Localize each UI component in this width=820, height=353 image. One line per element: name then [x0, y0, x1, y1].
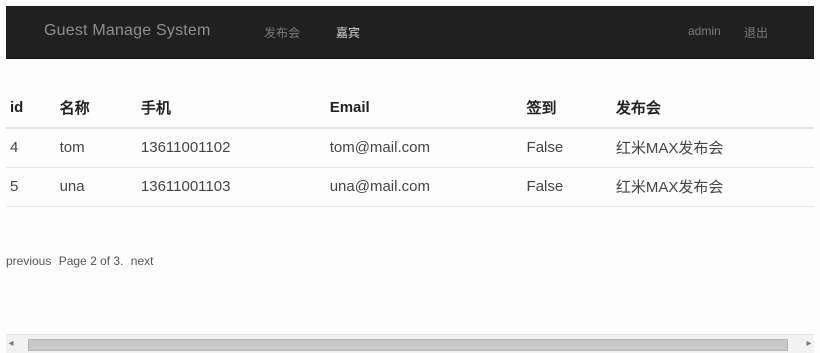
scroll-right-arrow-icon[interactable]: ▸	[804, 338, 814, 350]
scroll-thumb[interactable]	[28, 339, 788, 351]
logout-link[interactable]: 退出	[744, 24, 768, 41]
app-window: Guest Manage System 发布会 嘉宾 admin 退出 id 名…	[0, 0, 820, 353]
row-name: una	[59, 178, 85, 195]
row-event: 红米MAX发布会	[615, 140, 724, 158]
table-row: 4 tom 13611001102 tom@mail.com False 红米M…	[6, 128, 814, 167]
table-row: 5 una 13611001103 una@mail.com False 红米M…	[6, 167, 814, 206]
row-phone: 13611001102	[140, 139, 231, 157]
page-indicator: Page 2 of 3.	[58, 254, 124, 268]
row-phone: 13611001103	[140, 178, 231, 195]
row-id: 4	[10, 139, 19, 157]
scroll-left-arrow-icon[interactable]: ◂	[6, 338, 16, 350]
row-event: 红米MAX发布会	[615, 179, 724, 196]
table-header-id: id	[6, 88, 60, 129]
pagination: previous Page 2 of 3. next	[6, 254, 157, 268]
brand-title[interactable]: Guest Manage System	[44, 22, 211, 40]
next-link[interactable]: next	[131, 254, 154, 268]
row-email: tom@mail.com	[329, 139, 430, 157]
row-email: una@mail.com	[329, 178, 430, 195]
table-header-row: id 名称 手机 Email 签到 发布会	[6, 88, 814, 129]
row-name: tom	[59, 139, 85, 157]
table-header-sign: 签到	[526, 88, 616, 129]
row-sign: False	[526, 139, 564, 157]
table-header-name: 名称	[59, 88, 141, 129]
user-name[interactable]: admin	[688, 24, 721, 38]
top-navbar: Guest Manage System 发布会 嘉宾 admin 退出	[6, 6, 814, 59]
table-header-phone: 手机	[140, 88, 330, 129]
table-header-event: 发布会	[615, 88, 814, 129]
horizontal-scrollbar[interactable]: ◂ ▸	[6, 334, 814, 353]
nav-link-events[interactable]: 发布会	[264, 24, 300, 41]
nav-link-guests[interactable]: 嘉宾	[336, 24, 360, 41]
row-id: 5	[10, 178, 19, 195]
guest-table: id 名称 手机 Email 签到 发布会 4 tom 13611001102 …	[6, 88, 814, 207]
previous-link[interactable]: previous	[6, 254, 51, 268]
row-sign: False	[526, 178, 564, 195]
table-header-email: Email	[329, 88, 527, 129]
